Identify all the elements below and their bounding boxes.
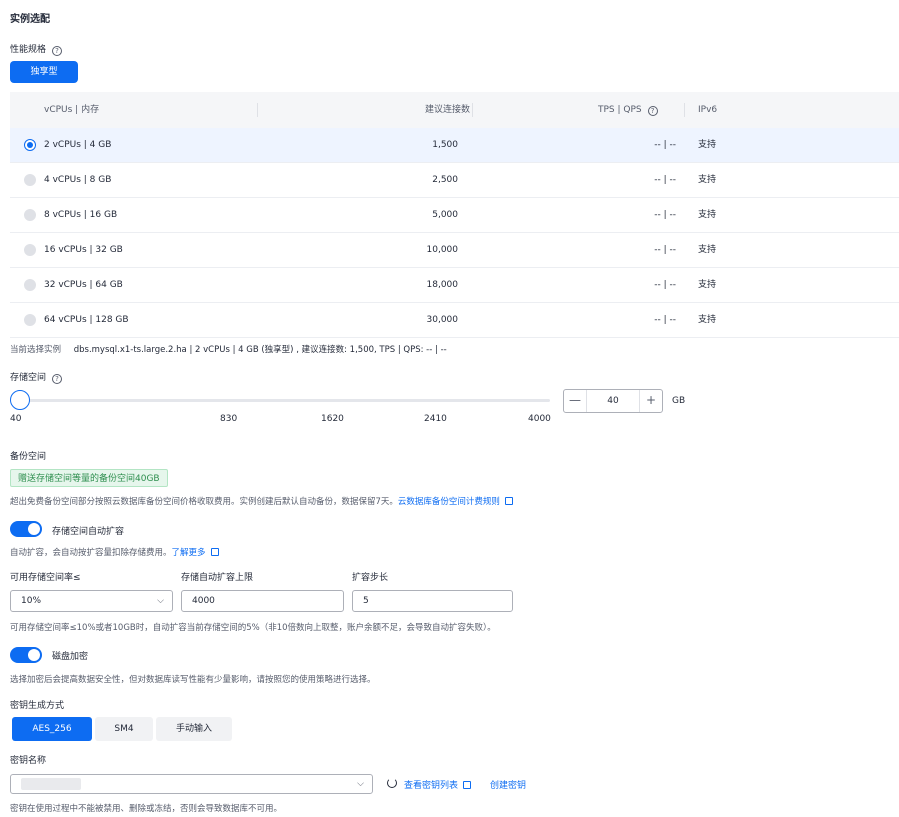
key-option-sm4[interactable]: SM4: [95, 717, 153, 741]
key-method-label: 密钥生成方式: [10, 701, 65, 711]
header-divider: [472, 103, 473, 117]
external-link-icon[interactable]: [210, 548, 219, 556]
autoscale-desc: 自动扩容，会自动按扩容量扣除存储费用。了解更多: [10, 546, 219, 558]
row-radio[interactable]: [24, 139, 36, 151]
cell-ipv6: 支持: [698, 175, 717, 185]
refresh-icon[interactable]: [387, 778, 397, 790]
key-name-placeholder: [21, 778, 81, 790]
backup-tag: 赠送存储空间等量的备份空间40GB: [10, 469, 168, 487]
cell-spec: 8 vCPUs | 16 GB: [44, 210, 118, 220]
table-row[interactable]: 2 vCPUs | 4 GB 1,500 -- | -- 支持: [10, 128, 899, 163]
header-ipv6: IPv6: [698, 105, 718, 115]
current-selection: 当前选择实例 dbs.mysql.x1-ts.large.2.ha | 2 vC…: [10, 345, 447, 355]
cell-conn: 5,000: [432, 210, 458, 220]
cell-tps: -- | --: [654, 245, 676, 255]
cell-tps: -- | --: [654, 140, 676, 150]
learn-more-link[interactable]: 了解更多: [172, 548, 206, 558]
help-icon[interactable]: ?: [52, 46, 63, 56]
table-row[interactable]: 32 vCPUs | 64 GB 18,000 -- | -- 支持: [10, 268, 899, 303]
cell-spec: 4 vCPUs | 8 GB: [44, 175, 112, 185]
external-link-icon[interactable]: [504, 497, 513, 505]
backup-desc: 超出免费备份空间部分按照云数据库备份空间价格收取费用。实例创建后默认自动备份，数…: [10, 495, 513, 507]
field3-label: 扩容步长: [352, 573, 389, 583]
row-radio[interactable]: [24, 209, 36, 221]
autoscale-step-input[interactable]: 5: [352, 590, 513, 612]
chevron-down-icon: ⌵: [357, 779, 364, 789]
encryption-desc: 选择加密后会提高数据安全性，但对数据库读写性能有少量影响，请按照您的使用策略进行…: [10, 675, 376, 685]
field1-label: 可用存储空间率≤: [10, 573, 81, 583]
cell-conn: 2,500: [432, 175, 458, 185]
key-name-label: 密钥名称: [10, 756, 47, 766]
key-list-link[interactable]: 查看密钥列表: [404, 778, 472, 791]
cell-conn: 30,000: [426, 315, 459, 325]
cell-ipv6: 支持: [698, 210, 717, 220]
table-row[interactable]: 64 vCPUs | 128 GB 30,000 -- | -- 支持: [10, 303, 899, 338]
cell-tps: -- | --: [654, 315, 676, 325]
slider-tick: 1620: [321, 414, 344, 424]
cell-conn: 1,500: [432, 140, 458, 150]
table-row[interactable]: 8 vCPUs | 16 GB 5,000 -- | -- 支持: [10, 198, 899, 233]
cell-spec: 64 vCPUs | 128 GB: [44, 315, 129, 325]
help-icon[interactable]: ?: [647, 106, 658, 116]
header-conn: 建议连接数: [424, 105, 470, 115]
key-note: 密钥在使用过程中不能被禁用、删除或冻结，否则会导致数据库不可用。: [10, 804, 283, 814]
plus-button[interactable]: +: [640, 390, 662, 412]
cell-ipv6: 支持: [698, 245, 717, 255]
table-header: vCPUs | 内存 建议连接数 TPS | QPS? IPv6: [10, 92, 899, 128]
backup-billing-link[interactable]: 云数据库备份空间计费规则: [398, 497, 500, 507]
row-radio[interactable]: [24, 314, 36, 326]
cell-tps: -- | --: [654, 280, 676, 290]
help-icon[interactable]: ?: [52, 374, 63, 384]
cell-tps: -- | --: [654, 175, 676, 185]
section-title: 实例选配: [10, 14, 50, 25]
table-row[interactable]: 16 vCPUs | 32 GB 10,000 -- | -- 支持: [10, 233, 899, 268]
header-divider: [257, 103, 258, 117]
key-name-select[interactable]: ⌵: [10, 774, 373, 794]
performance-label: 性能规格?: [10, 42, 63, 56]
cell-tps: -- | --: [654, 210, 676, 220]
row-radio[interactable]: [24, 279, 36, 291]
header-spec: vCPUs | 内存: [44, 105, 100, 115]
exclusive-type-button[interactable]: 独享型: [10, 61, 78, 83]
header-tps: TPS | QPS?: [598, 92, 658, 128]
key-option-aes256[interactable]: AES_256: [12, 717, 92, 741]
cell-ipv6: 支持: [698, 140, 717, 150]
cell-conn: 10,000: [426, 245, 459, 255]
header-divider: [684, 103, 685, 117]
cell-conn: 18,000: [426, 280, 459, 290]
storage-slider-track[interactable]: [20, 399, 550, 402]
key-option-manual[interactable]: 手动输入: [156, 717, 232, 741]
autoscale-toggle[interactable]: [10, 521, 42, 537]
slider-tick: 4000: [528, 414, 551, 424]
row-radio[interactable]: [24, 174, 36, 186]
table-row[interactable]: 4 vCPUs | 8 GB 2,500 -- | -- 支持: [10, 163, 899, 198]
storage-input[interactable]: 40: [586, 390, 640, 412]
slider-tick: 2410: [424, 414, 447, 424]
cell-spec: 16 vCPUs | 32 GB: [44, 245, 123, 255]
cell-ipv6: 支持: [698, 315, 717, 325]
cell-spec: 2 vCPUs | 4 GB: [44, 140, 112, 150]
storage-slider-handle[interactable]: [10, 390, 30, 410]
autoscale-limit-input[interactable]: 4000: [181, 590, 344, 612]
storage-stepper: — 40 +: [563, 389, 663, 413]
threshold-select[interactable]: 10% ⌵: [10, 590, 173, 612]
storage-unit: GB: [672, 396, 686, 406]
autoscale-note: 可用存储空间率≤10%或者10GB时，自动扩容当前存储空间的5%（非10倍数向上…: [10, 623, 496, 633]
external-link-icon[interactable]: [463, 781, 472, 789]
autoscale-label: 存储空间自动扩容: [52, 527, 125, 537]
create-key-link[interactable]: 创建密钥: [490, 778, 526, 791]
slider-tick: 830: [220, 414, 238, 424]
field2-label: 存储自动扩容上限: [181, 573, 254, 583]
encryption-toggle[interactable]: [10, 647, 42, 663]
row-radio[interactable]: [24, 244, 36, 256]
slider-tick: 40: [10, 414, 22, 424]
minus-button[interactable]: —: [564, 390, 586, 412]
cell-spec: 32 vCPUs | 64 GB: [44, 280, 123, 290]
backup-label: 备份空间: [10, 452, 47, 462]
chevron-down-icon: ⌵: [157, 596, 164, 606]
cell-ipv6: 支持: [698, 280, 717, 290]
encryption-label: 磁盘加密: [52, 652, 89, 662]
storage-label: 存储空间?: [10, 370, 63, 384]
